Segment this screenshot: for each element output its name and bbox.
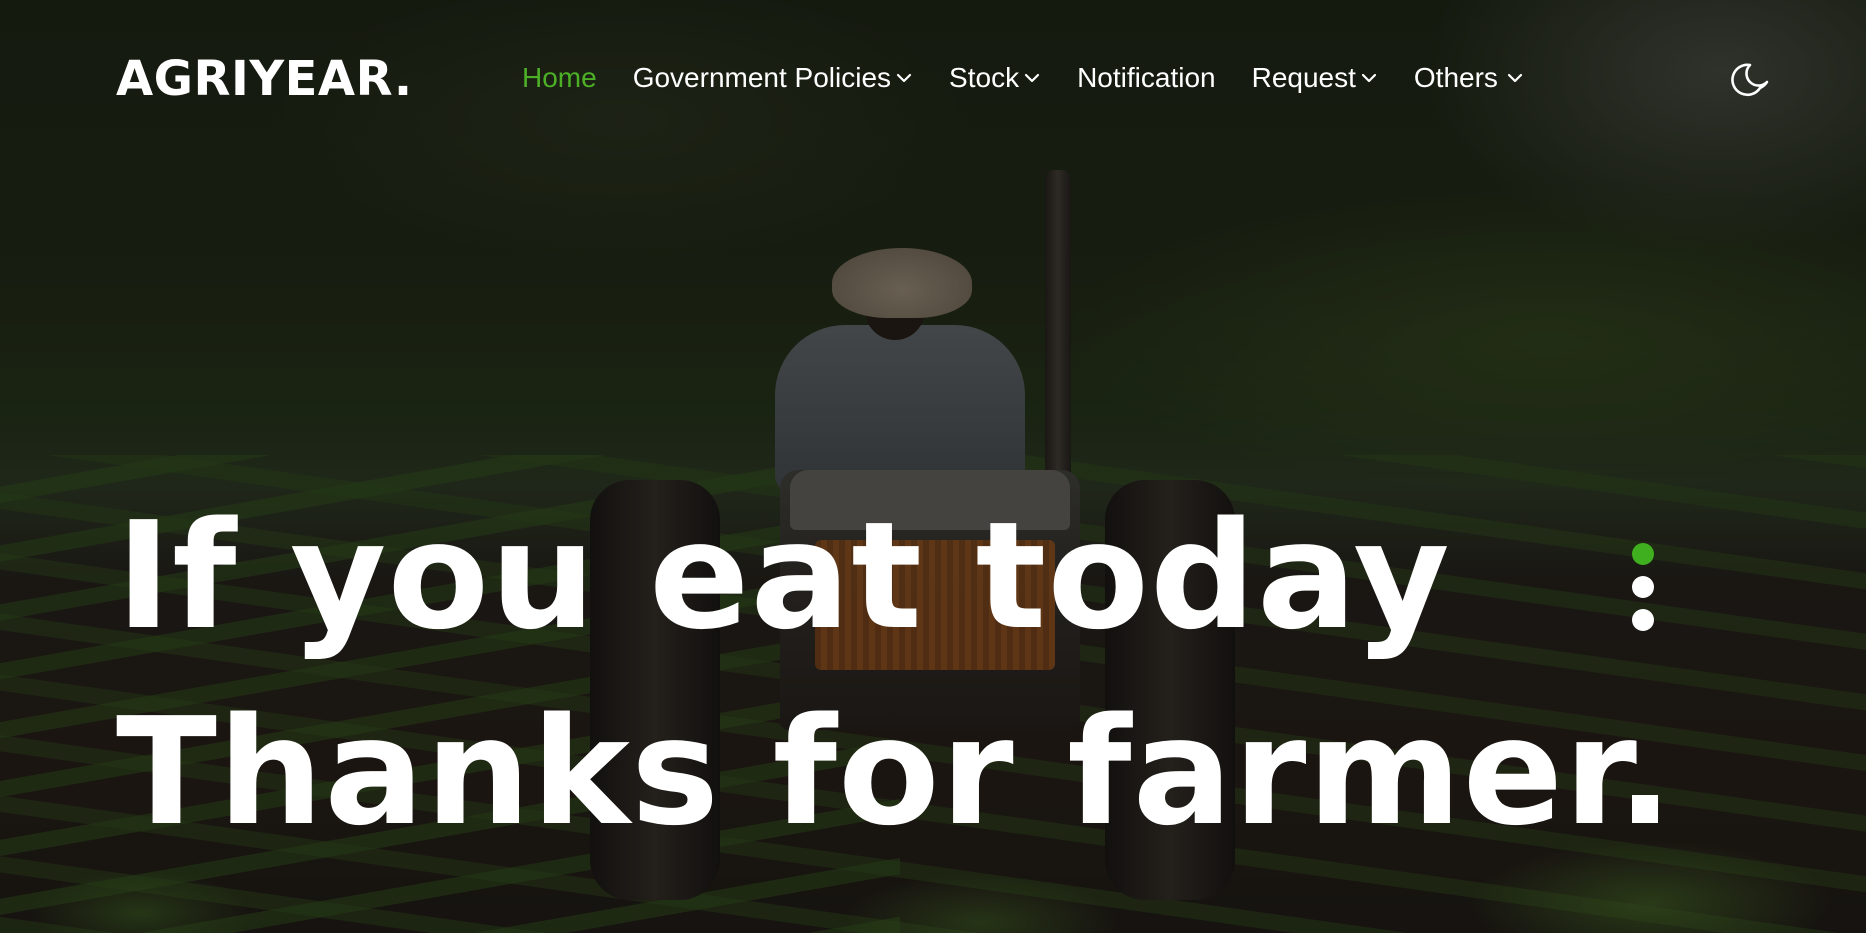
hero-section: AGRIYEAR. Home Government Policies Stock… [0,0,1866,933]
chevron-down-icon [1361,73,1376,83]
slider-dot-1[interactable] [1632,543,1654,565]
nav-item-others[interactable]: Others [1414,58,1524,98]
chevron-down-icon [1024,73,1040,83]
nav-menu: Home Government Policies Stock Notificat… [522,58,1524,98]
nav-item-label: Others [1413,62,1498,93]
navbar: AGRIYEAR. Home Government Policies Stock… [0,0,1866,156]
brand-logo[interactable]: AGRIYEAR. [116,46,413,112]
slider-dot-2[interactable] [1632,576,1654,598]
headline-line-2: Thanks for farmer. [116,686,1675,858]
nav-item-home[interactable]: Home [522,58,597,98]
chevron-down-icon [896,73,912,83]
slider-pagination [1632,543,1654,631]
nav-item-stock[interactable]: Stock [949,58,1041,98]
nav-item-label: Stock [949,62,1020,93]
moon-icon [1731,63,1769,97]
theme-toggle-button[interactable] [1730,58,1774,102]
nav-item-label: Home [522,62,597,93]
chevron-down-icon [1507,73,1523,83]
hero-headline: If you eat today Thanks for farmer. [116,478,1674,870]
nav-item-label: Government Policies [632,62,892,93]
nav-item-request[interactable]: Request [1252,58,1378,98]
nav-item-label: Request [1251,62,1356,93]
slider-dot-3[interactable] [1632,609,1654,631]
nav-item-notification[interactable]: Notification [1077,58,1216,98]
headline-line-1: If you eat today [116,490,1451,662]
nav-item-government-policies[interactable]: Government Policies [633,58,913,98]
nav-item-label: Notification [1077,62,1216,93]
